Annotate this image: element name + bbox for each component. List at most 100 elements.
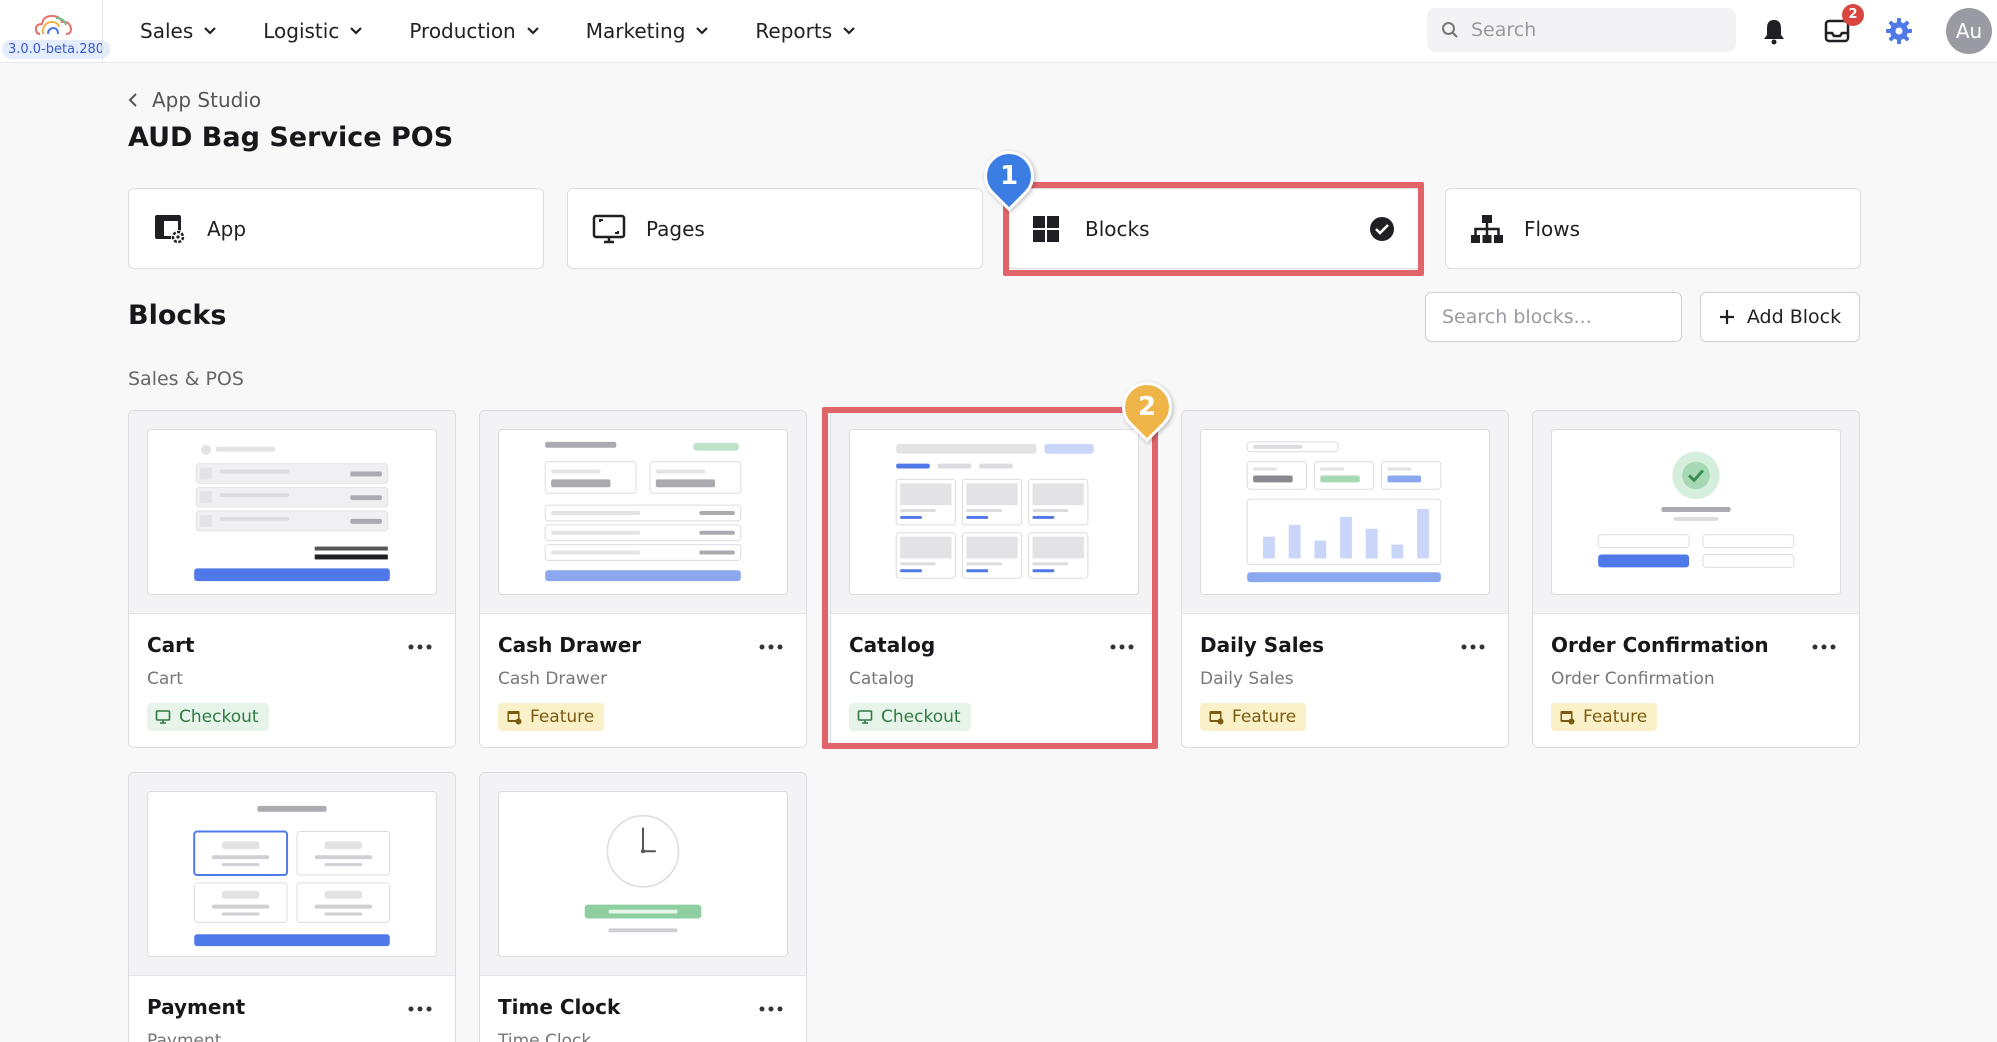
block-card-time-clock[interactable]: Time Clock Time Clock [479,772,807,1042]
card-title: Catalog [849,633,936,657]
chevron-down-icon [696,27,709,35]
payment-preview-image [147,791,437,957]
tag-label: Feature [1583,707,1648,727]
block-search-input[interactable] [1425,292,1682,342]
card-preview [129,773,455,976]
nav-item-label: Production [409,19,516,43]
more-horizontal-icon[interactable] [756,1001,786,1017]
breadcrumb[interactable]: App Studio [128,88,261,112]
add-block-button[interactable]: Add Block [1700,292,1860,342]
card-title: Order Confirmation [1551,633,1769,657]
card-subtitle: Payment [147,1031,222,1042]
tag-label: Feature [1232,707,1297,727]
monitor-icon [857,710,873,724]
version-badge: 3.0.0-beta.280 [2,40,111,59]
daily-sales-preview-image [1200,429,1490,595]
tag-checkout: Checkout [147,703,269,731]
tag-label: Feature [530,707,595,727]
nav-item-marketing[interactable]: Marketing [586,19,710,43]
breadcrumb-label: App Studio [152,88,262,112]
tab-label: Flows [1524,216,1581,241]
divider [102,0,103,63]
app-settings-icon [507,711,522,725]
tab-flows[interactable]: Flows [1445,188,1861,269]
bell-icon[interactable] [1759,16,1789,46]
nav-item-label: Logistic [263,19,340,43]
nav-item-label: Marketing [585,19,686,43]
card-subtitle: Catalog [849,669,915,689]
avatar[interactable]: Au [1946,8,1992,54]
card-preview [129,411,455,614]
monitor-icon [592,214,626,243]
tag-feature: Feature [1551,703,1658,731]
section-title: Blocks [128,300,227,331]
nav-item-label: Sales [140,19,194,43]
card-subtitle: Time Clock [498,1031,592,1042]
block-card-order-confirmation[interactable]: Order Confirmation Order Confirmation Fe… [1532,410,1860,748]
time-clock-preview-image [498,791,788,957]
tab-pages[interactable]: Pages [567,188,983,269]
tag-label: Checkout [179,707,259,727]
sitemap-icon [1471,214,1503,243]
tab-label: Blocks [1085,216,1150,241]
top-navbar: 3.0.0-beta.280 Sales Logistic Production… [0,0,1997,63]
tag-checkout: Checkout [849,703,971,731]
card-subtitle: Cash Drawer [498,669,608,689]
more-horizontal-icon[interactable] [1458,639,1488,655]
add-block-label: Add Block [1746,306,1842,328]
plus-icon [1719,310,1734,324]
card-title: Daily Sales [1200,633,1325,657]
card-preview [1533,411,1859,614]
more-horizontal-icon[interactable] [1107,639,1137,655]
card-preview [831,411,1157,614]
main-nav: Sales Logistic Production Marketing Repo… [140,0,902,62]
card-title: Cart [147,633,195,657]
more-horizontal-icon[interactable] [405,639,435,655]
check-circle-icon [1370,217,1394,241]
card-preview [1182,411,1508,614]
order-confirmation-preview-image [1551,429,1841,595]
card-title: Payment [147,995,246,1019]
more-horizontal-icon[interactable] [1809,639,1839,655]
chevron-down-icon [204,27,217,35]
app-settings-icon [1209,711,1224,725]
chevron-down-icon [350,27,363,35]
search-input[interactable] [1471,19,1711,41]
app-settings-icon [1560,711,1575,725]
global-search[interactable] [1427,8,1736,52]
tab-app[interactable]: App [128,188,544,269]
more-horizontal-icon[interactable] [405,1001,435,1017]
card-subtitle: Cart [147,669,183,689]
block-card-cart[interactable]: Cart Cart Checkout [128,410,456,748]
cart-preview-image [147,429,437,595]
card-title: Time Clock [498,995,621,1019]
block-card-daily-sales[interactable]: Daily Sales Daily Sales Feature [1181,410,1509,748]
tab-blocks[interactable]: Blocks [1006,188,1422,269]
cloud-logo-icon[interactable] [34,10,74,38]
chevron-down-icon [526,27,539,35]
tag-feature: Feature [1200,703,1307,731]
page-title: AUD Bag Service POS [128,122,454,153]
nav-item-logistic[interactable]: Logistic [263,19,363,43]
inbox-badge: 2 [1842,4,1864,26]
tab-label: App [207,216,247,241]
group-label: Sales & POS [128,368,244,390]
app-settings-icon [155,214,185,244]
card-subtitle: Daily Sales [1200,669,1294,689]
nav-item-label: Reports [755,19,833,43]
blocks-grid-icon [1033,215,1059,242]
gear-icon[interactable] [1884,16,1914,46]
cash-drawer-preview-image [498,429,788,595]
block-card-cash-drawer[interactable]: Cash Drawer Cash Drawer Feature [479,410,807,748]
more-horizontal-icon[interactable] [756,639,786,655]
catalog-preview-image [849,429,1139,595]
tag-feature: Feature [498,703,605,731]
block-card-catalog[interactable]: Catalog Catalog Checkout [830,410,1158,748]
nav-item-production[interactable]: Production [409,19,539,43]
tag-label: Checkout [881,707,961,727]
nav-item-reports[interactable]: Reports [755,19,856,43]
nav-item-sales[interactable]: Sales [140,19,217,43]
card-preview [480,773,806,976]
block-card-payment[interactable]: Payment Payment [128,772,456,1042]
card-subtitle: Order Confirmation [1551,669,1715,689]
